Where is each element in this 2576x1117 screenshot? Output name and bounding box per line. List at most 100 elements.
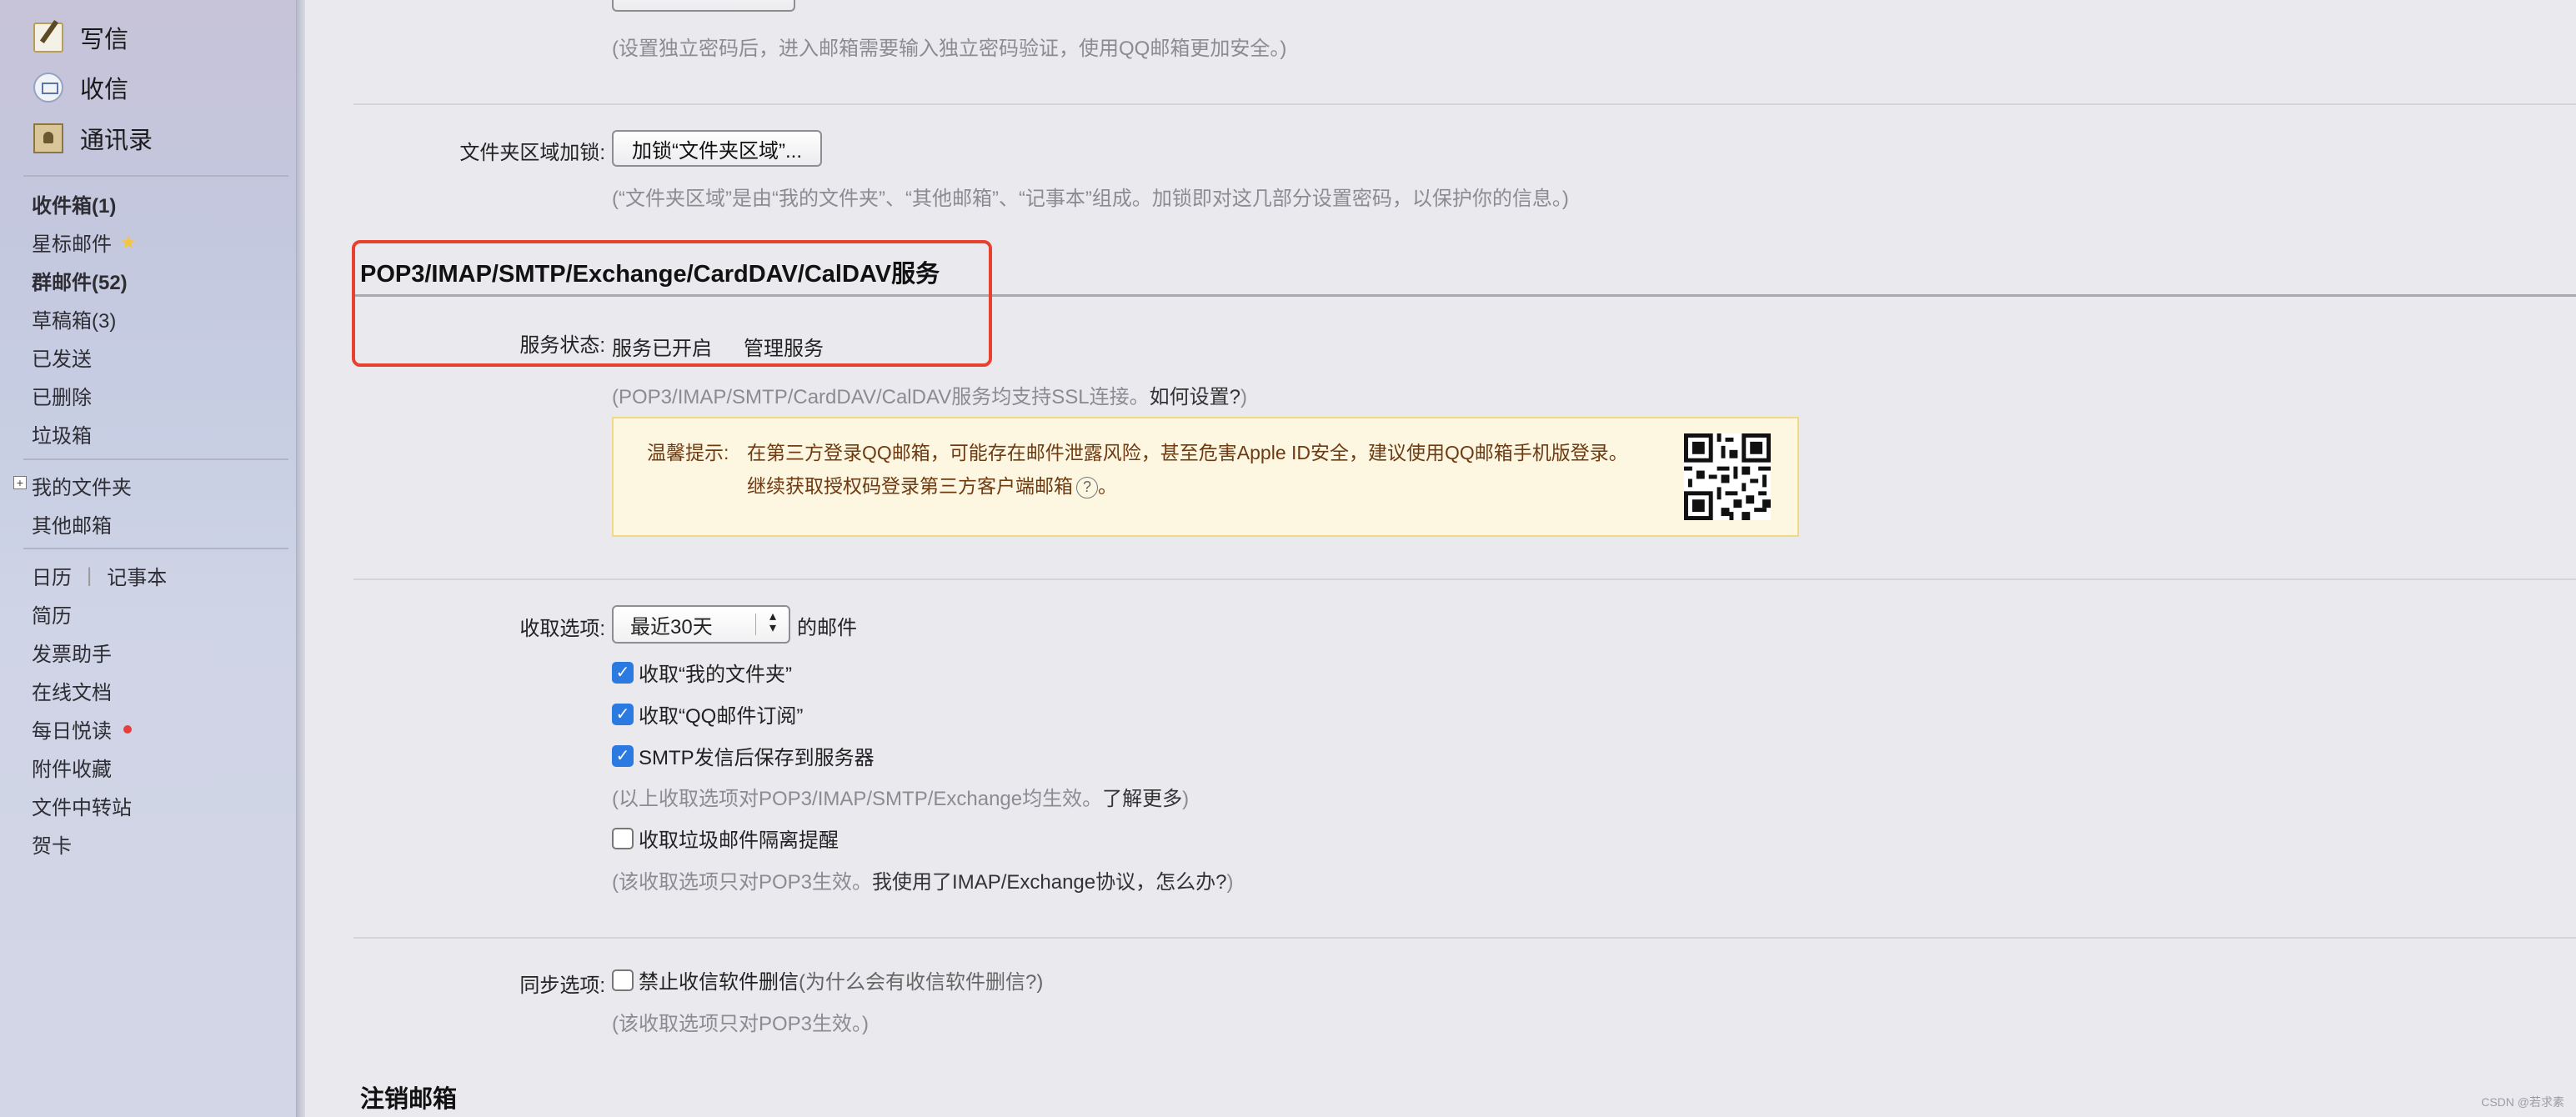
help-question-icon[interactable]: ? [1076, 476, 1098, 498]
sidebar-item-resume[interactable]: 简历 [32, 599, 72, 629]
watermark: CSDN @若求素 [2481, 1095, 2564, 1109]
sidebar-item-notes[interactable]: 记事本 [107, 561, 167, 590]
sidebar-item-label: 每日悦读 [32, 720, 112, 743]
sidebar-item-starred[interactable]: 星标邮件 ★ [32, 228, 137, 257]
imap-help-link[interactable]: 我使用了IMAP/Exchange协议，怎么办? [872, 871, 1226, 894]
sidebar-item-attachments[interactable]: 附件收藏 [32, 753, 112, 782]
opt-spam-label: 收取垃圾邮件隔离提醒 [639, 829, 839, 852]
sidebar-divider [23, 175, 288, 177]
learn-more-link[interactable]: 了解更多 [1102, 788, 1182, 810]
tip-line2-prefix: 继续获取授权码 [747, 475, 881, 497]
contacts-button[interactable]: 通讯录 [33, 118, 153, 159]
tip-label: 温馨提示: [647, 442, 729, 463]
opt-subscriptions[interactable]: ✓ 收取“QQ邮件订阅” [612, 699, 803, 729]
contacts-label: 通讯录 [80, 128, 153, 154]
password-note: (设置独立密码后，进入邮箱需要输入独立密码验证，使用QQ邮箱更加安全。) [612, 38, 1287, 60]
sync-note: (该收取选项只对POP3生效。) [612, 1013, 870, 1035]
folder-lock-note: (“文件夹区域”是由“我的文件夹”、“其他邮箱”、“记事本”组成。加锁即对这几部… [612, 188, 1569, 210]
sidebar-item-label: 群邮件(52) [32, 272, 128, 294]
opt-my-folders-label: 收取“我的文件夹” [639, 664, 792, 686]
sidebar-item-online-docs[interactable]: 在线文档 [32, 676, 112, 705]
sidebar-item-label: 发票助手 [32, 644, 112, 666]
opt-subscriptions-label: 收取“QQ邮件订阅” [639, 705, 804, 728]
sidebar-item-deleted[interactable]: 已删除 [32, 381, 92, 410]
sync-help-link[interactable]: (为什么会有收信软件删信?) [799, 965, 1043, 994]
compose-icon [33, 23, 63, 53]
sidebar-edge [297, 0, 305, 1117]
sidebar-item-greeting-card[interactable]: 贺卡 [32, 829, 72, 859]
spam-note-text: (该收取选项只对POP3生效。 [612, 871, 873, 894]
checkbox-checked-icon[interactable]: ✓ [612, 703, 634, 725]
sidebar-item-my-folders[interactable]: 我的文件夹 [32, 471, 132, 500]
ssl-help-link[interactable]: 如何设置? [1150, 386, 1240, 408]
checkbox-unchecked-icon[interactable] [612, 827, 634, 849]
sidebar-item-label: 贺卡 [32, 835, 72, 858]
sidebar-item-label: 简历 [32, 605, 72, 628]
opt-smtp-save-label: SMTP发信后保存到服务器 [639, 747, 875, 769]
separator-pipe: | [87, 564, 93, 587]
sidebar-divider [23, 548, 288, 549]
receive-range-select[interactable]: 最近30天 ▴ ▾ [612, 605, 790, 644]
sidebar-item-label: 我的文件夹 [32, 477, 132, 499]
compose-label: 写信 [80, 27, 129, 53]
sidebar-item-label: 已发送 [32, 348, 92, 371]
sidebar-item-label: 文件中转站 [32, 797, 132, 819]
inbox-button[interactable]: 收信 [33, 67, 128, 108]
cancel-account-title: 注销邮箱 [360, 1086, 458, 1113]
checkbox-checked-icon[interactable]: ✓ [612, 661, 634, 684]
sidebar-item-sent[interactable]: 已发送 [32, 343, 92, 372]
sidebar: 写信 收信 通讯录 收件箱(1) 星标邮件 ★ 群邮件(52) 草稿箱(3) 已发… [0, 0, 297, 1117]
sidebar-item-label: 星标邮件 [32, 233, 112, 256]
opt-sync-no-delete[interactable]: 禁止收信软件删信 (为什么会有收信软件删信?) [612, 965, 1043, 994]
sidebar-item-invoice[interactable]: 发票助手 [32, 638, 112, 667]
sidebar-item-spam[interactable]: 垃圾箱 [32, 419, 92, 448]
select-divider [755, 614, 756, 635]
receive-range-suffix: 的邮件 [797, 617, 857, 639]
third-party-login-link[interactable]: 登录第三方客户端邮箱 [881, 475, 1073, 497]
spam-note: (该收取选项只对POP3生效。我使用了IMAP/Exchange协议，怎么办?) [612, 865, 1233, 894]
opt-my-folders[interactable]: ✓ 收取“我的文件夹” [612, 658, 792, 687]
sidebar-item-group-mail[interactable]: 群邮件(52) [32, 266, 128, 295]
section-divider [353, 103, 2576, 105]
tip-line2-end: 。 [1098, 475, 1117, 497]
set-password-button[interactable] [612, 0, 795, 12]
expand-plus-icon[interactable]: + [13, 476, 27, 489]
sidebar-item-other-mailbox[interactable]: 其他邮箱 [32, 509, 112, 538]
checkbox-unchecked-icon[interactable] [612, 969, 634, 991]
warning-tip-box: 温馨提示: 在第三方登录QQ邮箱，可能存在邮件泄露风险，甚至危害Apple ID… [612, 417, 1799, 537]
folder-lock-label: 文件夹区域加锁: [459, 142, 605, 164]
sidebar-item-label: 收件箱(1) [32, 195, 117, 218]
sidebar-item-label: 垃圾箱 [32, 425, 92, 448]
settings-panel: (设置独立密码后，进入邮箱需要输入独立密码验证，使用QQ邮箱更加安全。) 文件夹… [305, 0, 2576, 1117]
checkbox-checked-icon[interactable]: ✓ [612, 744, 634, 767]
options-note-text: (以上收取选项对POP3/IMAP/SMTP/Exchange均生效。 [612, 788, 1103, 810]
star-icon: ★ [120, 231, 137, 253]
sidebar-item-calendar[interactable]: 日历 [32, 561, 72, 590]
receive-range-value: 最近30天 [630, 615, 713, 639]
folder-lock-button[interactable]: 加锁“文件夹区域”... [612, 130, 822, 167]
ssl-note-text: (POP3/IMAP/SMTP/CardDAV/CalDAV服务均支持SSL连接… [612, 386, 1150, 408]
sidebar-item-label: 在线文档 [32, 682, 112, 704]
sidebar-item-file-transfer[interactable]: 文件中转站 [32, 791, 132, 820]
section-divider [353, 579, 2576, 580]
compose-button[interactable]: 写信 [33, 17, 128, 58]
sidebar-item-drafts[interactable]: 草稿箱(3) [32, 304, 116, 333]
ssl-note-end: ) [1240, 386, 1247, 408]
sidebar-item-label: 已删除 [32, 387, 92, 409]
sync-options-label: 同步选项: [519, 974, 605, 997]
sidebar-item-label: 附件收藏 [32, 759, 112, 781]
inbox-icon [33, 73, 63, 103]
inbox-label: 收信 [80, 77, 129, 103]
sidebar-calendar-notes-row: 日历 | 记事本 [32, 561, 167, 590]
ssl-note: (POP3/IMAP/SMTP/CardDAV/CalDAV服务均支持SSL连接… [612, 380, 1247, 409]
sidebar-item-label: 其他邮箱 [32, 515, 112, 538]
sidebar-item-daily-reading[interactable]: 每日悦读 [32, 714, 132, 744]
opt-spam-reminder[interactable]: 收取垃圾邮件隔离提醒 [612, 824, 839, 853]
tip-line2: 继续获取授权码登录第三方客户端邮箱?。 [747, 470, 1117, 498]
unread-dot-icon [123, 724, 132, 734]
highlight-annotation-box [352, 240, 992, 367]
options-note-end: ) [1182, 788, 1190, 810]
opt-smtp-save[interactable]: ✓ SMTP发信后保存到服务器 [612, 741, 875, 770]
sidebar-item-inbox[interactable]: 收件箱(1) [32, 189, 116, 218]
select-arrows-icon: ▴ ▾ [769, 609, 777, 635]
